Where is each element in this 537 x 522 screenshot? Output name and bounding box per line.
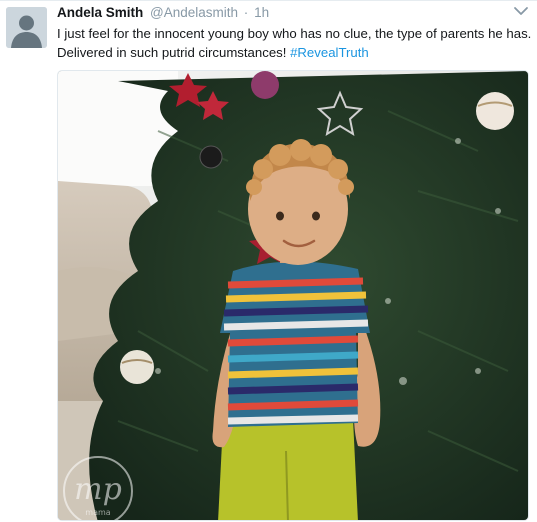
tweet-timestamp[interactable]: 1h [254,5,269,20]
tweet-header: Andela Smith @Andelasmith · 1h [57,4,269,22]
tweet[interactable]: Andela Smith @Andelasmith · 1h I just fe… [0,0,537,522]
hashtag-link[interactable]: #RevealTruth [290,45,369,60]
header-separator: · [243,5,249,20]
photo-christmas-tree-boy: mp mama [58,71,528,520]
tweet-text: I just feel for the innocent young boy w… [57,24,532,62]
author-name[interactable]: Andela Smith [57,5,143,20]
user-avatar[interactable] [6,7,47,48]
author-handle[interactable]: @Andelasmith [150,5,238,20]
watermark-subtext: mama [85,508,110,517]
chevron-down-icon[interactable] [513,5,529,17]
watermark-text: mp [74,472,122,507]
tweet-photo[interactable]: mp mama [57,70,529,521]
default-avatar-icon [6,7,47,48]
